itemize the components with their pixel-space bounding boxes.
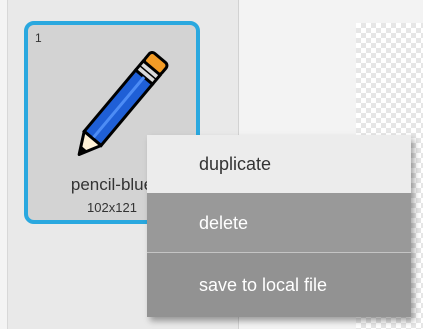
context-menu: duplicate delete save to local file — [147, 135, 411, 317]
menu-item-delete[interactable]: delete — [147, 193, 411, 253]
left-panel-edge — [0, 0, 8, 329]
menu-item-save-to-local-file[interactable]: save to local file — [147, 253, 411, 317]
costume-number: 1 — [35, 31, 42, 45]
menu-item-duplicate[interactable]: duplicate — [147, 135, 411, 193]
